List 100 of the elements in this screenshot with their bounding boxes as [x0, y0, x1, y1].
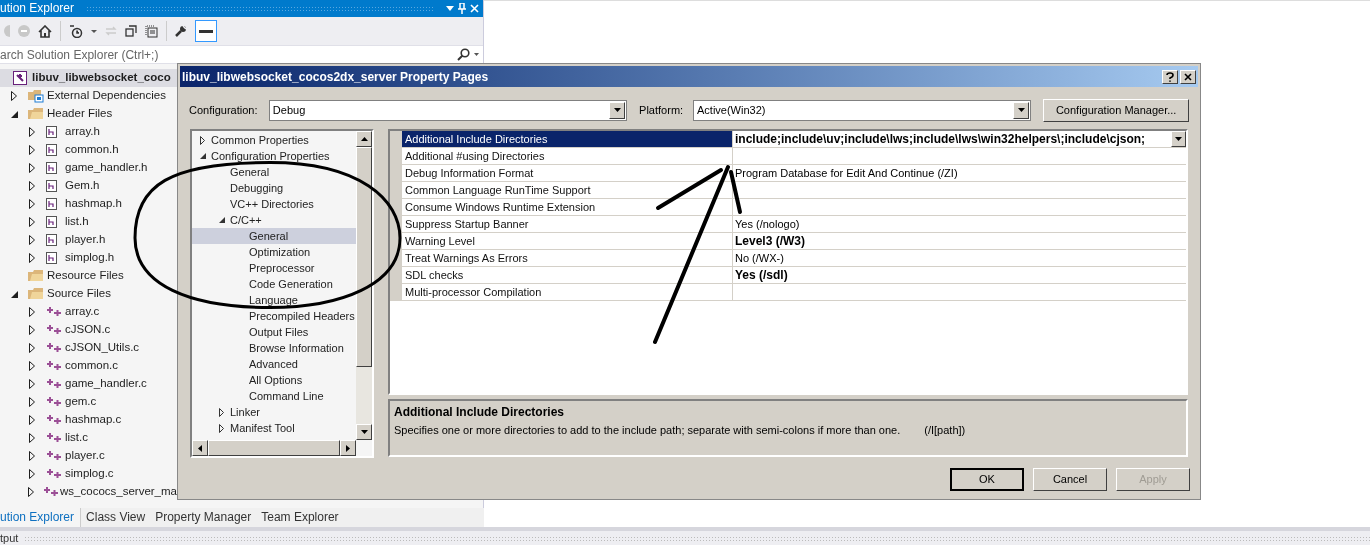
- scroll-thumb[interactable]: [356, 147, 372, 367]
- tree-item[interactable]: cJSON_Utils.c: [64, 339, 140, 357]
- tree-item[interactable]: Code Generation: [249, 275, 333, 293]
- collapsed-arrow-icon[interactable]: [29, 325, 35, 335]
- collapsed-arrow-icon[interactable]: [219, 423, 224, 433]
- property-value[interactable]: Yes (/nologo): [733, 216, 802, 232]
- tree-item[interactable]: array.c: [64, 303, 100, 321]
- property-name[interactable]: SDL checks: [402, 267, 732, 283]
- tab[interactable]: Class View: [81, 508, 151, 527]
- property-row[interactable]: Common Language RunTime Support: [390, 182, 1186, 199]
- tree-item[interactable]: simplog.c: [64, 465, 114, 483]
- property-row[interactable]: Additional Include Directories include;include\uv;include\lws;include\lws\win32helpers\;include\cjson;: [390, 131, 1186, 148]
- tree-item[interactable]: VC++ Directories: [230, 195, 314, 213]
- property-name[interactable]: Additional Include Directories: [402, 131, 732, 147]
- tree-item[interactable]: Linker: [230, 403, 260, 421]
- collapsed-arrow-icon[interactable]: [29, 235, 35, 245]
- property-name[interactable]: Common Language RunTime Support: [402, 182, 732, 198]
- tree-item[interactable]: simplog.h: [64, 249, 115, 267]
- caret-icon[interactable]: [91, 29, 97, 33]
- tab[interactable]: Property Manager: [150, 508, 257, 527]
- collapsed-arrow-icon[interactable]: [27, 487, 34, 497]
- collapsed-arrow-icon[interactable]: [29, 415, 35, 425]
- tree-item[interactable]: C/C++: [230, 211, 262, 229]
- property-name[interactable]: Multi-processor Compilation: [402, 284, 732, 300]
- tree-item[interactable]: ws_cococs_server_ma: [59, 483, 177, 501]
- caret-icon[interactable]: [473, 46, 483, 63]
- tree-item[interactable]: game_handler.h: [64, 159, 148, 177]
- collapsed-arrow-icon[interactable]: [29, 379, 35, 389]
- collapsed-arrow-icon[interactable]: [29, 181, 35, 191]
- collapsed-arrow-icon[interactable]: [29, 361, 35, 371]
- tree-item[interactable]: Command Line: [249, 387, 324, 405]
- search-field[interactable]: arch Solution Explorer (Ctrl+;): [0, 46, 453, 63]
- vertical-scrollbar[interactable]: [356, 131, 372, 440]
- tree-item[interactable]: Gem.h: [64, 177, 100, 195]
- tab[interactable]: Team Explorer: [256, 508, 344, 527]
- collapsed-arrow-icon[interactable]: [29, 343, 35, 353]
- property-row[interactable]: Consume Windows Runtime Extension: [390, 199, 1186, 216]
- tree-item[interactable]: Advanced: [249, 355, 298, 373]
- collapsed-arrow-icon[interactable]: [29, 307, 35, 317]
- configuration-manager-button[interactable]: Configuration Manager...: [1043, 98, 1189, 122]
- tree-item[interactable]: game_handler.c: [64, 375, 147, 393]
- property-name[interactable]: Consume Windows Runtime Extension: [402, 199, 732, 215]
- property-row[interactable]: Additional #using Directories: [390, 148, 1186, 165]
- platform-dropdown[interactable]: Active(Win32): [693, 99, 1032, 121]
- collapsed-arrow-icon[interactable]: [29, 469, 35, 479]
- tree-item[interactable]: Optimization: [249, 243, 311, 261]
- scroll-up-button[interactable]: [356, 131, 372, 147]
- expanded-arrow-icon[interactable]: [200, 153, 206, 159]
- property-row[interactable]: Treat Warnings As Errors No (/WX-): [390, 250, 1186, 267]
- property-row[interactable]: Multi-processor Compilation: [390, 284, 1186, 301]
- tree-item[interactable]: General: [230, 163, 270, 181]
- dropdown-icon[interactable]: [446, 6, 454, 11]
- tree-item[interactable]: Debugging: [230, 179, 284, 197]
- scroll-thumb[interactable]: [208, 440, 340, 456]
- tree-item[interactable]: Source Files: [46, 285, 111, 303]
- dialog-button[interactable]: Cancel: [1033, 468, 1107, 491]
- tree-item[interactable]: array.h: [64, 123, 100, 141]
- property-name[interactable]: Suppress Startup Banner: [402, 216, 732, 232]
- collapsed-arrow-icon[interactable]: [29, 145, 35, 155]
- tree-item[interactable]: External Dependencies: [46, 87, 166, 105]
- property-value[interactable]: Level3 (/W3): [733, 233, 808, 249]
- collapsed-arrow-icon[interactable]: [29, 217, 35, 227]
- collapsed-arrow-icon[interactable]: [11, 91, 17, 101]
- help-button[interactable]: [1162, 69, 1178, 84]
- collapse-all-icon[interactable]: [125, 25, 137, 37]
- property-name[interactable]: Debug Information Format: [402, 165, 732, 181]
- collapsed-arrow-icon[interactable]: [29, 253, 35, 263]
- tree-item[interactable]: player.c: [64, 447, 105, 465]
- tree-item[interactable]: common.h: [64, 141, 119, 159]
- close-icon[interactable]: [470, 4, 479, 13]
- dropdown-button[interactable]: [1171, 131, 1186, 147]
- collapsed-arrow-icon[interactable]: [29, 451, 35, 461]
- property-name[interactable]: Additional #using Directories: [402, 148, 732, 164]
- tree-item[interactable]: gem.c: [64, 393, 97, 411]
- tree-item[interactable]: player.h: [64, 231, 106, 249]
- close-button[interactable]: [1180, 69, 1196, 84]
- tree-item[interactable]: All Options: [249, 371, 303, 389]
- tree-item[interactable]: Resource Files: [46, 267, 124, 285]
- tree-item[interactable]: Output Files: [249, 323, 309, 341]
- collapsed-arrow-icon[interactable]: [29, 163, 35, 173]
- tree-item[interactable]: hashmap.h: [64, 195, 122, 213]
- collapsed-arrow-icon[interactable]: [29, 397, 35, 407]
- tree-item[interactable]: Browse Information: [249, 339, 344, 357]
- horizontal-scrollbar[interactable]: [192, 440, 356, 456]
- scroll-right-button[interactable]: [340, 440, 356, 456]
- tree-item[interactable]: cJSON.c: [64, 321, 111, 339]
- property-name[interactable]: Warning Level: [402, 233, 732, 249]
- scroll-left-button[interactable]: [192, 440, 208, 456]
- home-icon[interactable]: [38, 24, 52, 38]
- clock-icon[interactable]: [69, 24, 83, 38]
- tree-item[interactable]: list.c: [64, 429, 88, 447]
- tree-item[interactable]: Precompiled Headers: [249, 307, 355, 325]
- collapsed-arrow-icon[interactable]: [29, 127, 35, 137]
- tree-item[interactable]: Configuration Properties: [211, 147, 330, 165]
- dropdown-button[interactable]: [609, 101, 626, 119]
- preview-button[interactable]: [195, 20, 217, 42]
- property-row[interactable]: Debug Information Format Program Database for Edit And Continue (/ZI): [390, 165, 1186, 182]
- tree-item[interactable]: Common Properties: [211, 131, 309, 149]
- expanded-arrow-icon[interactable]: [10, 110, 18, 118]
- property-row[interactable]: Suppress Startup Banner Yes (/nologo): [390, 216, 1186, 233]
